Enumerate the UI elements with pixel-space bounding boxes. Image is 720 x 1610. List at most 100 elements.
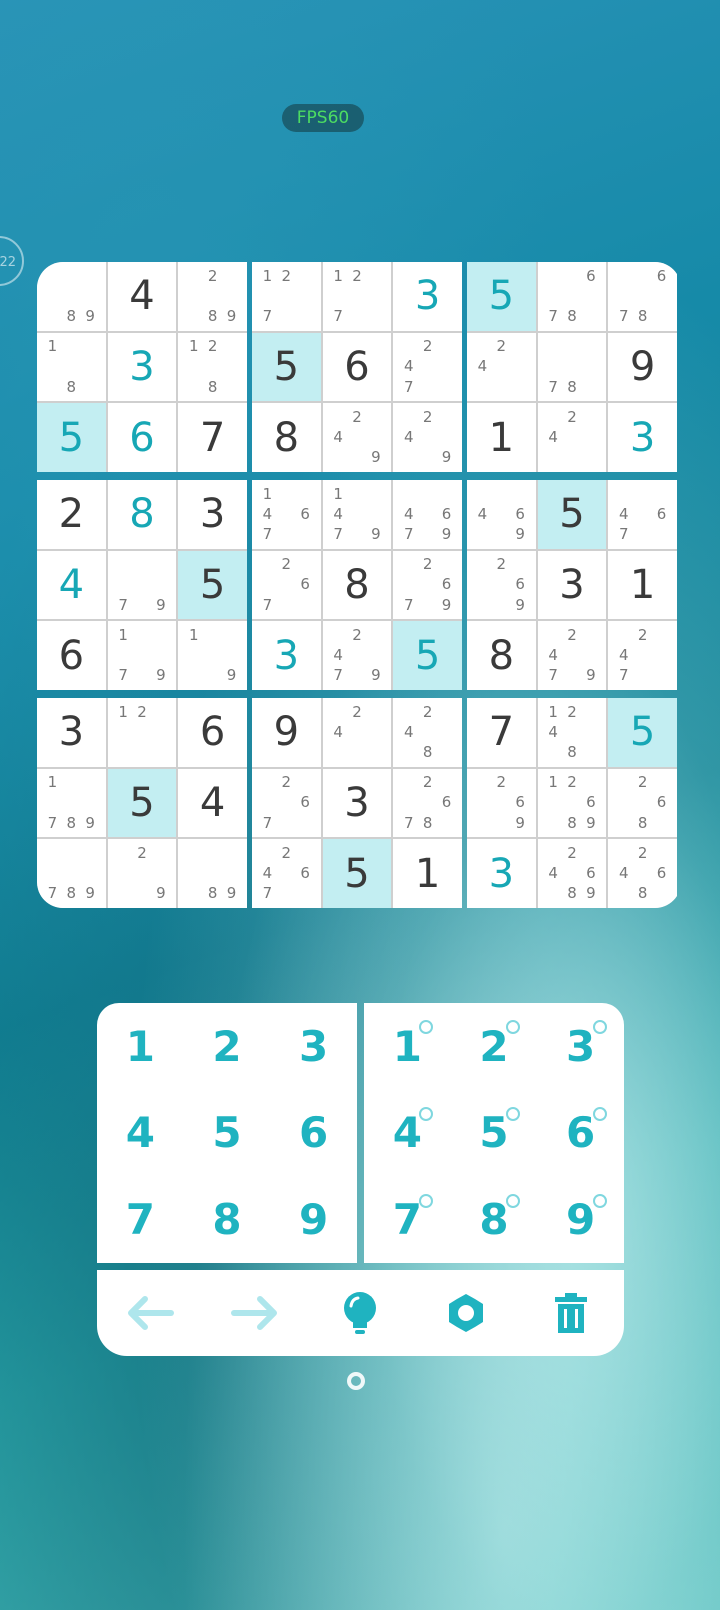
sudoku-cell[interactable]: 29 [107, 839, 177, 908]
sudoku-cell[interactable]: 789 [37, 839, 106, 908]
sudoku-cell[interactable]: 4 [37, 550, 106, 620]
sudoku-cell[interactable]: 26 7 [252, 550, 321, 620]
sudoku-cell[interactable]: 12 7 [252, 262, 321, 331]
sudoku-cell[interactable]: 24 689 [537, 839, 607, 908]
sudoku-cell[interactable]: 89 [178, 839, 247, 908]
digit-key-9[interactable]: 9 [270, 1176, 357, 1263]
sudoku-cell[interactable]: 1 [608, 550, 677, 620]
sudoku-cell[interactable]: 3 [252, 621, 321, 690]
sudoku-cell[interactable]: 26 7 9 [393, 550, 462, 620]
sudoku-cell[interactable]: 9 [252, 698, 321, 767]
note-key-8[interactable]: 8 [451, 1176, 538, 1263]
sudoku-cell[interactable]: 4 6 7 9 [393, 480, 462, 549]
sudoku-cell[interactable]: 26 78 [393, 768, 462, 838]
sudoku-cell[interactable]: 6 78 [608, 262, 677, 331]
sudoku-cell[interactable]: 247 [608, 621, 677, 690]
sudoku-cell[interactable]: 8 [252, 403, 321, 472]
sudoku-cell[interactable]: 19 [178, 621, 247, 690]
note-key-1[interactable]: 1 [364, 1003, 451, 1090]
sudoku-cell[interactable]: 24 9 [322, 403, 392, 472]
sudoku-cell[interactable]: 7 [178, 403, 247, 472]
sudoku-cell[interactable]: 89 [37, 262, 106, 331]
sudoku-cell[interactable]: 6 78 [537, 262, 607, 331]
undo-button[interactable] [120, 1283, 180, 1343]
sudoku-cell[interactable]: 24 68 [608, 839, 677, 908]
sudoku-cell[interactable]: 5 [393, 621, 462, 690]
sudoku-cell[interactable]: 2 [37, 480, 106, 549]
sudoku-cell[interactable]: 5 [537, 480, 607, 549]
sudoku-cell[interactable]: 1248 [537, 698, 607, 767]
sudoku-cell[interactable]: 4 6 9 [467, 480, 536, 549]
sudoku-cell[interactable]: 269 [467, 768, 536, 838]
sudoku-cell[interactable]: 24 6 7 [252, 839, 321, 908]
sudoku-cell[interactable]: 9 [608, 332, 677, 402]
sudoku-cell[interactable]: 3 [537, 550, 607, 620]
sudoku-cell[interactable]: 3 [608, 403, 677, 472]
note-key-5[interactable]: 5 [451, 1090, 538, 1177]
sudoku-cell[interactable]: 3 [322, 768, 392, 838]
sudoku-cell[interactable]: 3 [37, 698, 106, 767]
note-key-6[interactable]: 6 [537, 1090, 624, 1177]
home-indicator[interactable] [347, 1372, 365, 1390]
sudoku-cell[interactable]: 6 [107, 403, 177, 472]
sudoku-cell[interactable]: 3 [467, 839, 536, 908]
sudoku-cell[interactable]: 12 8 [178, 332, 247, 402]
sudoku-cell[interactable]: 5 [37, 403, 106, 472]
digit-key-1[interactable]: 1 [97, 1003, 184, 1090]
digit-key-3[interactable]: 3 [270, 1003, 357, 1090]
sudoku-cell[interactable]: 12 [107, 698, 177, 767]
sudoku-cell[interactable]: 5 [608, 698, 677, 767]
sudoku-cell[interactable]: 247 9 [537, 621, 607, 690]
sudoku-cell[interactable]: 24 [467, 332, 536, 402]
sudoku-cell[interactable]: 7 [467, 698, 536, 767]
sudoku-cell[interactable]: 12 7 [322, 262, 392, 331]
settings-button[interactable] [436, 1283, 496, 1343]
note-key-9[interactable]: 9 [537, 1176, 624, 1263]
sudoku-cell[interactable]: 8 [107, 480, 177, 549]
sudoku-cell[interactable]: 248 [393, 698, 462, 767]
sudoku-cell[interactable]: 4 6 7 [608, 480, 677, 549]
sudoku-cell[interactable]: 5 [178, 550, 247, 620]
sudoku-cell[interactable]: 268 [608, 768, 677, 838]
note-key-2[interactable]: 2 [451, 1003, 538, 1090]
sudoku-cell[interactable]: 3 [393, 262, 462, 331]
sudoku-cell[interactable]: 1 [393, 839, 462, 908]
sudoku-cell[interactable]: 5 [107, 768, 177, 838]
sudoku-cell[interactable]: 3 [107, 332, 177, 402]
digit-key-7[interactable]: 7 [97, 1176, 184, 1263]
note-key-3[interactable]: 3 [537, 1003, 624, 1090]
sudoku-cell[interactable]: 14 7 9 [322, 480, 392, 549]
sudoku-cell[interactable]: 8 [467, 621, 536, 690]
sudoku-cell[interactable]: 6 [178, 698, 247, 767]
sudoku-cell[interactable]: 1789 [37, 768, 106, 838]
sudoku-cell[interactable]: 79 [107, 550, 177, 620]
hint-button[interactable] [330, 1283, 390, 1343]
sudoku-cell[interactable]: 247 [393, 332, 462, 402]
sudoku-cell[interactable]: 24 9 [393, 403, 462, 472]
sudoku-cell[interactable]: 8 [322, 550, 392, 620]
sudoku-cell[interactable]: 4 [178, 768, 247, 838]
digit-key-4[interactable]: 4 [97, 1090, 184, 1177]
sudoku-cell[interactable]: 6 [37, 621, 106, 690]
sudoku-cell[interactable]: 2 89 [178, 262, 247, 331]
sudoku-cell[interactable]: 18 [37, 332, 106, 402]
note-key-4[interactable]: 4 [364, 1090, 451, 1177]
digit-key-6[interactable]: 6 [270, 1090, 357, 1177]
erase-button[interactable] [541, 1283, 601, 1343]
redo-button[interactable] [225, 1283, 285, 1343]
digit-key-2[interactable]: 2 [184, 1003, 271, 1090]
sudoku-cell[interactable]: 1 [467, 403, 536, 472]
sudoku-cell[interactable]: 24 [537, 403, 607, 472]
sudoku-cell[interactable]: 14 6 7 [252, 480, 321, 549]
sudoku-cell[interactable]: 4 [107, 262, 177, 331]
sudoku-cell[interactable]: 269 [467, 550, 536, 620]
sudoku-cell[interactable]: 3 [178, 480, 247, 549]
sudoku-cell[interactable]: 26 7 [252, 768, 321, 838]
digit-key-5[interactable]: 5 [184, 1090, 271, 1177]
sudoku-cell[interactable]: 247 9 [322, 621, 392, 690]
sudoku-cell[interactable]: 12689 [537, 768, 607, 838]
sudoku-cell[interactable]: 78 [537, 332, 607, 402]
sudoku-cell[interactable]: 5 [252, 332, 321, 402]
sudoku-cell[interactable]: 5 [322, 839, 392, 908]
sudoku-cell[interactable]: 24 [322, 698, 392, 767]
